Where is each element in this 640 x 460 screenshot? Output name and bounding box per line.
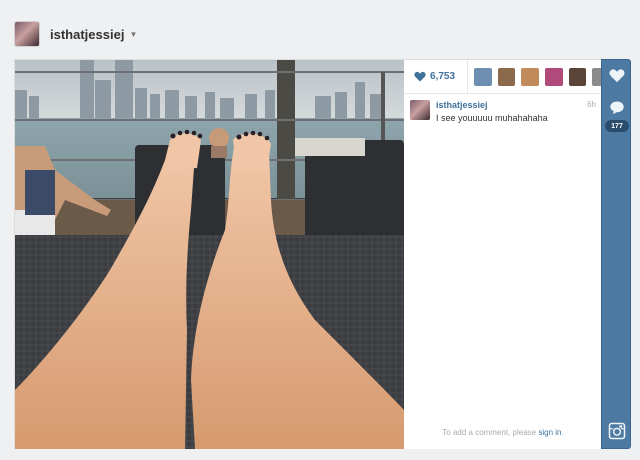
comment-timestamp: 6h [587, 100, 596, 109]
like-count-text: 6,753 [430, 71, 456, 82]
sign-in-link[interactable]: sign in [538, 428, 561, 437]
divider [467, 59, 469, 94]
liker-avatar[interactable] [544, 67, 563, 86]
like-button[interactable] [602, 68, 632, 83]
header-username[interactable]: isthatjessiej [50, 27, 124, 42]
comment-text: I see youuuuu muhahahaha [436, 113, 548, 123]
speech-bubble-icon [610, 101, 624, 115]
liker-avatar[interactable] [568, 67, 587, 86]
profile-header: isthatjessiej ▼ [14, 20, 137, 48]
add-comment-prefix: To add a comment, please [442, 428, 539, 437]
instagram-button[interactable] [602, 422, 632, 440]
avatar[interactable] [410, 100, 430, 120]
post-sidebar: 6,753 isthatjessiej 6h I see youuuuu muh… [404, 59, 603, 449]
avatar[interactable] [14, 21, 40, 47]
heart-icon [414, 71, 426, 82]
post-card: 6,753 isthatjessiej 6h I see youuuuu muh… [14, 59, 603, 449]
liker-avatar[interactable] [521, 67, 539, 86]
comment-button[interactable] [602, 100, 632, 115]
photo-image [15, 60, 404, 449]
comment-count-badge: 177 [605, 120, 629, 132]
heart-icon [609, 69, 625, 83]
liker-avatar[interactable] [474, 67, 492, 86]
post-photo[interactable] [15, 60, 404, 449]
add-comment-suffix: . [561, 428, 564, 437]
add-comment-prompt: To add a comment, please sign in. [404, 428, 602, 437]
action-rail: 177 [601, 59, 631, 449]
caption-comment: isthatjessiej 6h I see youuuuu muhahahah… [404, 94, 602, 123]
likes-row: 6,753 [404, 59, 603, 94]
chevron-down-icon[interactable]: ▼ [129, 30, 137, 39]
like-count[interactable]: 6,753 [414, 71, 455, 82]
comment-username[interactable]: isthatjessiej [436, 100, 488, 110]
instagram-icon [608, 422, 626, 440]
liker-avatar[interactable] [497, 67, 516, 86]
